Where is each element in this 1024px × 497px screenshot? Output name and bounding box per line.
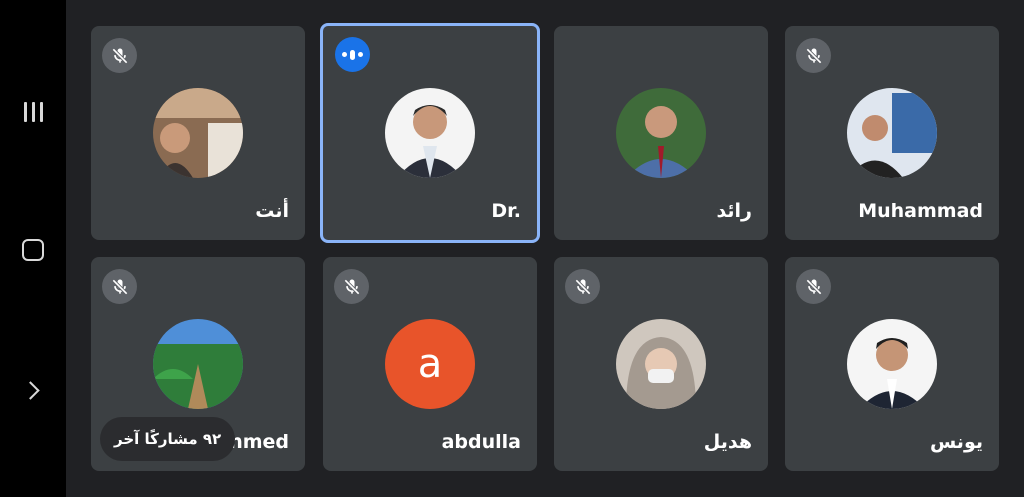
home-button[interactable] [0, 220, 66, 280]
mic-off-icon [334, 269, 369, 304]
participant-tile[interactable]: هديل [554, 257, 768, 471]
recents-icon [23, 102, 43, 122]
back-chevron-icon [20, 380, 40, 400]
avatar-letter: a [385, 319, 475, 409]
avatar [616, 319, 706, 409]
avatar [153, 319, 243, 409]
mic-off-icon [796, 269, 831, 304]
system-navigation-bar [0, 0, 66, 497]
avatar [153, 88, 243, 178]
mic-off-icon [102, 269, 137, 304]
participant-name: رائد [716, 200, 752, 222]
home-icon [22, 239, 44, 261]
avatar [847, 319, 937, 409]
recents-button[interactable] [0, 82, 66, 142]
back-button[interactable] [0, 360, 66, 420]
avatar [616, 88, 706, 178]
participant-tile-active-speaker[interactable]: Dr. [320, 23, 540, 243]
participant-name: abdulla [441, 431, 521, 453]
participant-tile[interactable]: يونس [785, 257, 999, 471]
participant-tile[interactable]: Muhammad [785, 26, 999, 240]
participant-name: أنت [255, 200, 289, 222]
participant-tile-you[interactable]: أنت [91, 26, 305, 240]
participant-name: هديل [703, 431, 752, 453]
participant-tile[interactable]: رائد [554, 26, 768, 240]
mic-off-icon [102, 38, 137, 73]
participant-name: Muhammad [858, 200, 983, 222]
participant-name: Dr. [491, 200, 521, 222]
mic-off-icon [565, 269, 600, 304]
participant-name: hmed [229, 431, 289, 453]
audio-level-icon [335, 37, 370, 72]
avatar [847, 88, 937, 178]
participant-name: يونس [929, 431, 983, 453]
mic-off-icon [796, 38, 831, 73]
participant-tile[interactable]: a abdulla [323, 257, 537, 471]
avatar [385, 88, 475, 178]
other-participants-button[interactable]: ٩٢ مشاركًا آخر [100, 417, 236, 461]
